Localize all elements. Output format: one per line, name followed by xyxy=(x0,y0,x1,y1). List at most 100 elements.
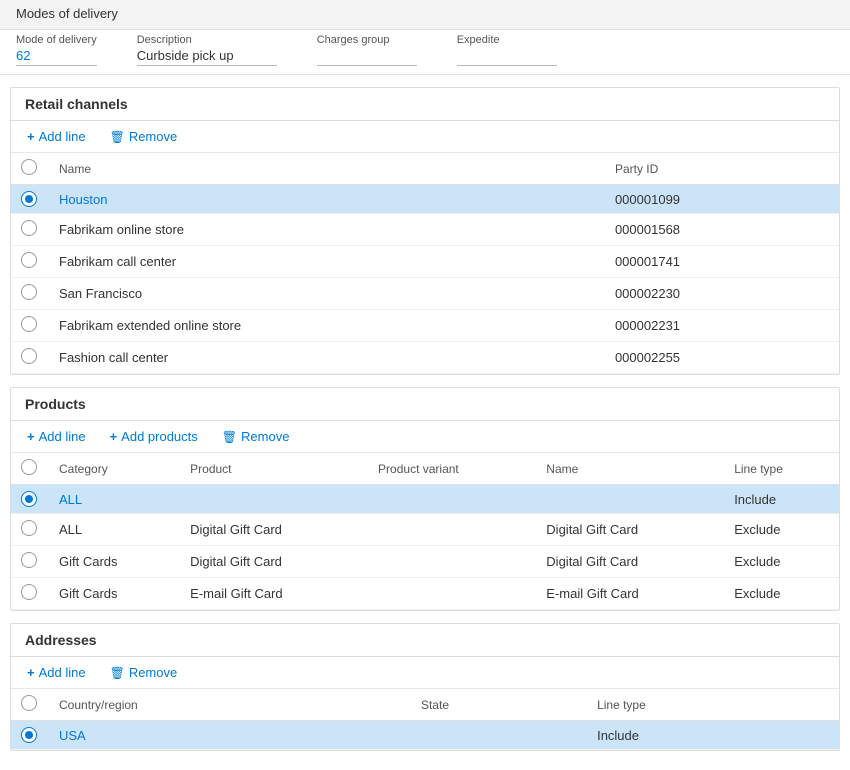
modes-of-delivery-title: Modes of delivery xyxy=(16,6,834,21)
row-radio[interactable] xyxy=(21,252,37,268)
cell-line-type: Exclude xyxy=(724,578,839,610)
row-radio[interactable] xyxy=(21,348,37,364)
add-icon xyxy=(27,429,35,444)
cell-country-region: USA xyxy=(49,721,411,750)
cell-party-id: 000001568 xyxy=(605,214,839,246)
mode-value[interactable]: 62 xyxy=(16,48,97,66)
addresses-header: Addresses xyxy=(11,624,839,657)
retail-channels-table: Name Party ID Houston 000001099 Fabrikam… xyxy=(11,153,839,374)
remove-icon xyxy=(110,129,125,144)
products-col-category: Category xyxy=(49,453,180,485)
products-add-products-button[interactable]: Add products xyxy=(106,427,202,446)
addresses-col-line-type: Line type xyxy=(587,689,839,721)
row-radio[interactable] xyxy=(21,552,37,568)
retail-channels-section: Retail channels Add line Remove Name Par… xyxy=(10,87,840,375)
cell-name: Fashion call center xyxy=(49,342,605,374)
modes-fields-row: Mode of delivery 62 Description Curbside… xyxy=(0,30,850,75)
cell-name: Fabrikam call center xyxy=(49,246,605,278)
row-radio[interactable] xyxy=(21,316,37,332)
addresses-toolbar: Add line Remove xyxy=(11,657,839,689)
table-row[interactable]: Gift Cards Digital Gift Card Digital Gif… xyxy=(11,546,839,578)
products-header: Products xyxy=(11,388,839,421)
row-radio[interactable] xyxy=(21,584,37,600)
cell-name: San Francisco xyxy=(49,278,605,310)
cell-line-type: Include xyxy=(724,485,839,514)
cell-name: E-mail Gift Card xyxy=(536,578,724,610)
cell-line-type: Exclude xyxy=(724,546,839,578)
table-row[interactable]: ALL Digital Gift Card Digital Gift Card … xyxy=(11,514,839,546)
row-radio[interactable] xyxy=(21,520,37,536)
products-toolbar: Add line Add products Remove xyxy=(11,421,839,453)
description-label: Description xyxy=(137,34,277,46)
cell-product: E-mail Gift Card xyxy=(180,578,368,610)
cell-party-id: 000002231 xyxy=(605,310,839,342)
cell-party-id: 000001741 xyxy=(605,246,839,278)
cell-name: Fabrikam extended online store xyxy=(49,310,605,342)
row-radio[interactable] xyxy=(21,284,37,300)
addresses-remove-button[interactable]: Remove xyxy=(106,663,182,682)
addresses-select-all[interactable] xyxy=(21,695,37,711)
cell-name: Fabrikam online store xyxy=(49,214,605,246)
cell-name xyxy=(536,485,724,514)
table-row[interactable]: Fabrikam extended online store 000002231 xyxy=(11,310,839,342)
cell-product: Digital Gift Card xyxy=(180,514,368,546)
expedite-field: Expedite xyxy=(457,34,557,66)
cell-variant xyxy=(368,485,536,514)
products-section: Products Add line Add products Remove xyxy=(10,387,840,611)
cell-variant xyxy=(368,514,536,546)
cell-product xyxy=(180,485,368,514)
addresses-add-icon xyxy=(27,665,35,680)
cell-variant xyxy=(368,578,536,610)
charges-group-label: Charges group xyxy=(317,34,417,46)
products-col-product: Product xyxy=(180,453,368,485)
table-row[interactable]: Fashion call center 000002255 xyxy=(11,342,839,374)
table-row[interactable]: San Francisco 000002230 xyxy=(11,278,839,310)
retail-channels-toolbar: Add line Remove xyxy=(11,121,839,153)
page-container: Modes of delivery Mode of delivery 62 De… xyxy=(0,0,850,751)
table-row[interactable]: ALL Include xyxy=(11,485,839,514)
table-row[interactable]: USA Include xyxy=(11,721,839,750)
addresses-title: Addresses xyxy=(25,632,97,648)
table-row[interactable]: Gift Cards E-mail Gift Card E-mail Gift … xyxy=(11,578,839,610)
retail-channels-header: Retail channels xyxy=(11,88,839,121)
table-row[interactable]: Fabrikam call center 000001741 xyxy=(11,246,839,278)
products-select-all[interactable] xyxy=(21,459,37,475)
products-col-name: Name xyxy=(536,453,724,485)
row-radio[interactable] xyxy=(21,491,37,507)
addresses-table: Country/region State Line type USA Inclu… xyxy=(11,689,839,750)
products-remove-button[interactable]: Remove xyxy=(218,427,294,446)
products-remove-icon xyxy=(222,429,237,444)
products-title: Products xyxy=(25,396,86,412)
charges-group-field: Charges group xyxy=(317,34,417,66)
table-row[interactable]: Houston 000001099 xyxy=(11,185,839,214)
cell-category: ALL xyxy=(49,514,180,546)
products-add-line-button[interactable]: Add line xyxy=(23,427,90,446)
addresses-remove-icon xyxy=(110,665,125,680)
cell-variant xyxy=(368,546,536,578)
retail-channels-title: Retail channels xyxy=(25,96,128,112)
cell-category: Gift Cards xyxy=(49,546,180,578)
retail-channels-col-name: Name xyxy=(49,153,605,185)
expedite-value[interactable] xyxy=(457,48,557,66)
row-radio[interactable] xyxy=(21,191,37,207)
products-table-area: Category Product Product variant Name Li… xyxy=(11,453,839,610)
retail-channels-remove-button[interactable]: Remove xyxy=(106,127,182,146)
addresses-add-line-button[interactable]: Add line xyxy=(23,663,90,682)
row-radio[interactable] xyxy=(21,727,37,743)
row-radio[interactable] xyxy=(21,220,37,236)
addresses-col-state: State xyxy=(411,689,587,721)
description-value[interactable]: Curbside pick up xyxy=(137,48,277,66)
cell-category: Gift Cards xyxy=(49,578,180,610)
cell-line-type: Exclude xyxy=(724,514,839,546)
products-table: Category Product Product variant Name Li… xyxy=(11,453,839,610)
cell-party-id: 000002230 xyxy=(605,278,839,310)
cell-state xyxy=(411,721,587,750)
retail-channels-add-line-button[interactable]: Add line xyxy=(23,127,90,146)
charges-group-value[interactable] xyxy=(317,48,417,66)
mode-of-delivery-field: Mode of delivery 62 xyxy=(16,34,97,66)
retail-channels-select-all[interactable] xyxy=(21,159,37,175)
cell-name: Digital Gift Card xyxy=(536,514,724,546)
table-row[interactable]: Fabrikam online store 000001568 xyxy=(11,214,839,246)
cell-name: Digital Gift Card xyxy=(536,546,724,578)
add-line-icon xyxy=(27,129,35,144)
